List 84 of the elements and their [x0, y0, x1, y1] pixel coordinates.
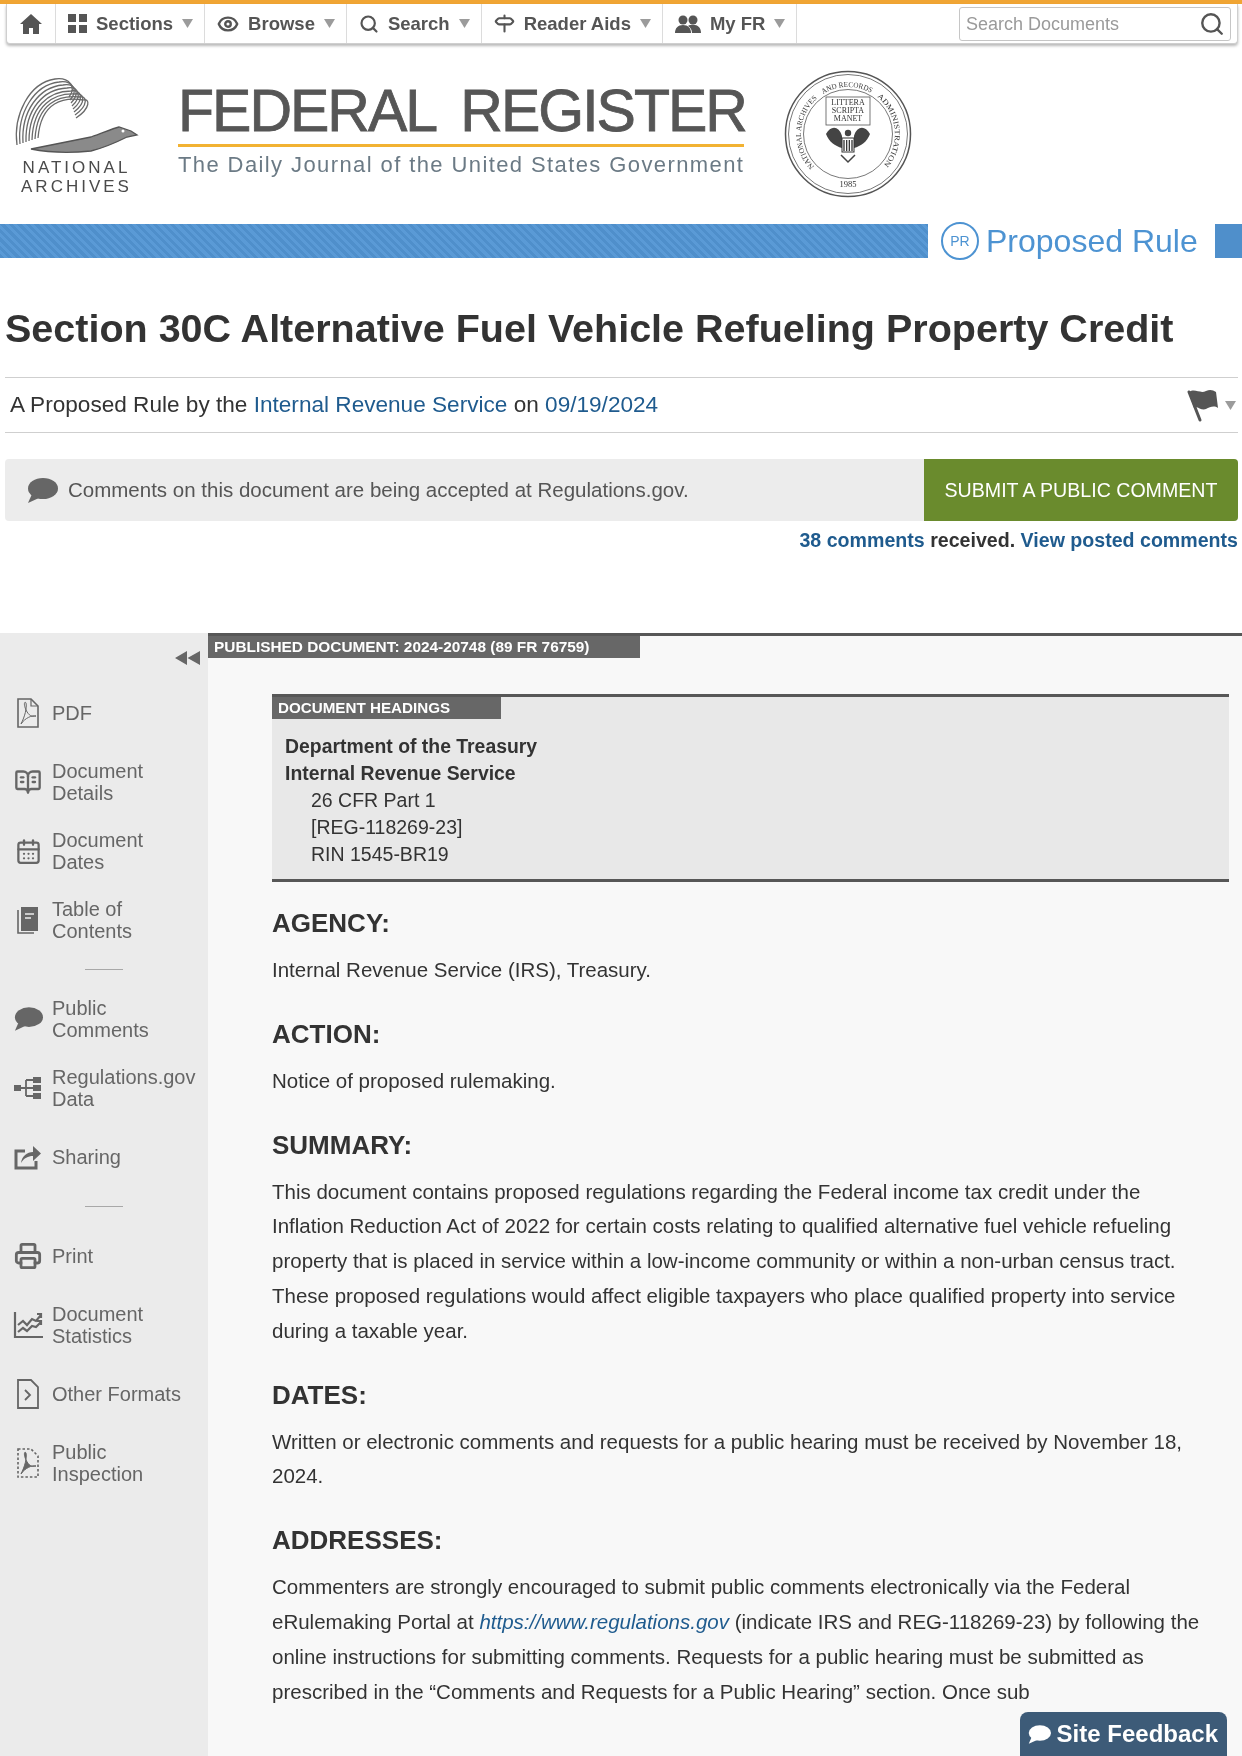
caret-icon [182, 19, 194, 28]
section-paragraph: Written or electronic comments and requests for a public hearing must be received by November 18, 2024. [272, 1428, 1184, 1490]
nav-menu-button[interactable]: Browse [205, 4, 347, 43]
caret-icon [458, 19, 470, 28]
nav-menu-button[interactable]: Search [346, 4, 482, 43]
signpost-icon [493, 13, 515, 34]
section-heading: ADDRESSES: [272, 1524, 444, 1558]
collapse-button[interactable] [175, 651, 200, 665]
sidebar-item[interactable]: Public Inspection [13, 1441, 201, 1485]
tree-diagram-icon [14, 1076, 42, 1100]
paragraph-link[interactable]: https://www.regulations.gov [479, 1609, 729, 1633]
dashed-pdf-file-icon [17, 1448, 39, 1478]
section-paragraph: Notice of proposed rulemaking. [272, 1067, 557, 1094]
agency-heading-text: Department of the Treasury [285, 734, 539, 759]
archives-logo-text: NATIONAL [21, 158, 131, 177]
sidebar-item[interactable]: Table of Contents [13, 898, 201, 942]
speech-bubble-icon [27, 477, 58, 503]
banner-block [1215, 224, 1242, 258]
caret-icon [1225, 400, 1236, 410]
pdf-file-icon [17, 698, 39, 728]
byline-link[interactable]: Internal Revenue Service [253, 392, 508, 417]
document-type-label: Proposed Rule [986, 223, 1198, 259]
submit-comment-button[interactable]: SUBMIT A PUBLIC COMMENT [924, 459, 1238, 521]
sidebar-item[interactable]: Print [13, 1234, 201, 1278]
register-title: FEDERAL REGISTER [178, 78, 747, 144]
agency-heading-text: Internal Revenue Service [285, 761, 517, 786]
document-headings-label: DOCUMENT HEADINGS [272, 697, 501, 719]
calendar-icon [14, 837, 42, 865]
seal-motto-text: LITTERA [831, 97, 865, 107]
nav-menu-button[interactable]: My FR [662, 4, 798, 43]
people-icon [674, 14, 701, 33]
speech-bubble-icon [1027, 1724, 1051, 1744]
section-paragraph: This document contains proposed regulations regarding the Federal income tax credit under the Inflation Reduction Act of 2022 for certain costs relating to qualified alternative fuel vehicle refueling property that is placed in service within a low-income community or within a non-urban census tract. These proposed regulations would affect eligible taxpayers who place qualified property into service during a taxable year. [272, 1178, 1177, 1344]
archives-logo-text: ARCHIVES [20, 177, 132, 196]
book-icon [17, 906, 39, 934]
byline-text: A Proposed Rule by the Internal Revenue Service on 09/19/2024 [10, 391, 659, 419]
byline-link[interactable]: 09/19/2024 [545, 392, 659, 417]
heading-detail-text: [REG-118269-23] [310, 815, 464, 840]
speech-bubble-icon [13, 1007, 43, 1031]
home-icon [20, 13, 42, 34]
search-field[interactable]: Search Documents [959, 7, 1231, 41]
document-type-badge: PR [941, 222, 979, 260]
heading-detail-text: 26 CFR Part 1 [310, 788, 437, 813]
sidebar-item[interactable]: Document Details [13, 760, 201, 804]
section-paragraph: Commenters are strongly encouraged to submit public comments electronically via the Federal eRulemaking Portal at https://www.regulations.gov (indicate IRS and REG-118269-23) by following the online instructions for submitting comments. Requests for a public hearing must be submitted as prescribed in the “Comments and Requests for a Public Hearing” section. Once sub [272, 1574, 1201, 1705]
sidebar-item[interactable]: Document Dates [13, 829, 201, 873]
caret-icon [774, 19, 786, 28]
search-icon[interactable] [1199, 11, 1225, 37]
comments-link[interactable]: 38 comments [799, 529, 925, 551]
flag-icon[interactable] [1187, 388, 1219, 422]
seal-year-text: 1985 [839, 179, 857, 189]
seal-motto-text: MANET [833, 114, 863, 124]
section-heading: SUMMARY: [272, 1128, 414, 1162]
file-chevron-icon [17, 1379, 39, 1409]
collapse-icon [175, 651, 200, 665]
site-feedback-button[interactable]: Site Feedback [1019, 1712, 1227, 1756]
grid-icon [68, 14, 87, 33]
caret-icon [639, 19, 651, 28]
sidebar-item[interactable]: PDF [13, 691, 201, 735]
printer-icon [14, 1242, 42, 1270]
sidebar-item[interactable]: Other Formats [13, 1372, 201, 1416]
section-heading: DATES: [272, 1378, 368, 1412]
comment-count-text: 38 comments received. View posted comments [798, 529, 1238, 551]
sidebar-item[interactable]: Document Statistics [13, 1303, 201, 1347]
sidebar-item[interactable]: Sharing [13, 1135, 201, 1179]
section-heading: ACTION: [272, 1017, 382, 1051]
published-document-label: PUBLISHED DOCUMENT: 2024-20748 (89 FR 76759) [208, 636, 640, 658]
section-paragraph: Internal Revenue Service (IRS), Treasury. [272, 957, 653, 983]
caret-icon [323, 19, 335, 28]
comments-link[interactable]: View posted comments [1020, 529, 1238, 551]
sidebar-item[interactable]: Regulations.gov Data [13, 1066, 201, 1110]
sidebar-item[interactable]: Public Comments [13, 997, 201, 1041]
section-heading: AGENCY: [272, 907, 391, 940]
line-chart-icon [13, 1311, 43, 1339]
seal-motto-text: SCRIPTA [831, 105, 865, 115]
open-book-icon [14, 768, 42, 796]
document-title: Section 30C Alternative Fuel Vehicle Refueling Property Credit [5, 308, 1175, 348]
share-icon [14, 1144, 42, 1170]
nav-menu-button[interactable]: Reader Aids [481, 4, 663, 43]
comment-notice-text: Comments on this document are being accepted at Regulations.gov. [68, 478, 689, 502]
heading-detail-text: RIN 1545-BR19 [310, 842, 450, 867]
register-tagline: The Daily Journal of the United States Government [178, 152, 746, 178]
nav-menu-button[interactable]: Sections [56, 4, 206, 43]
search-icon [358, 13, 379, 34]
